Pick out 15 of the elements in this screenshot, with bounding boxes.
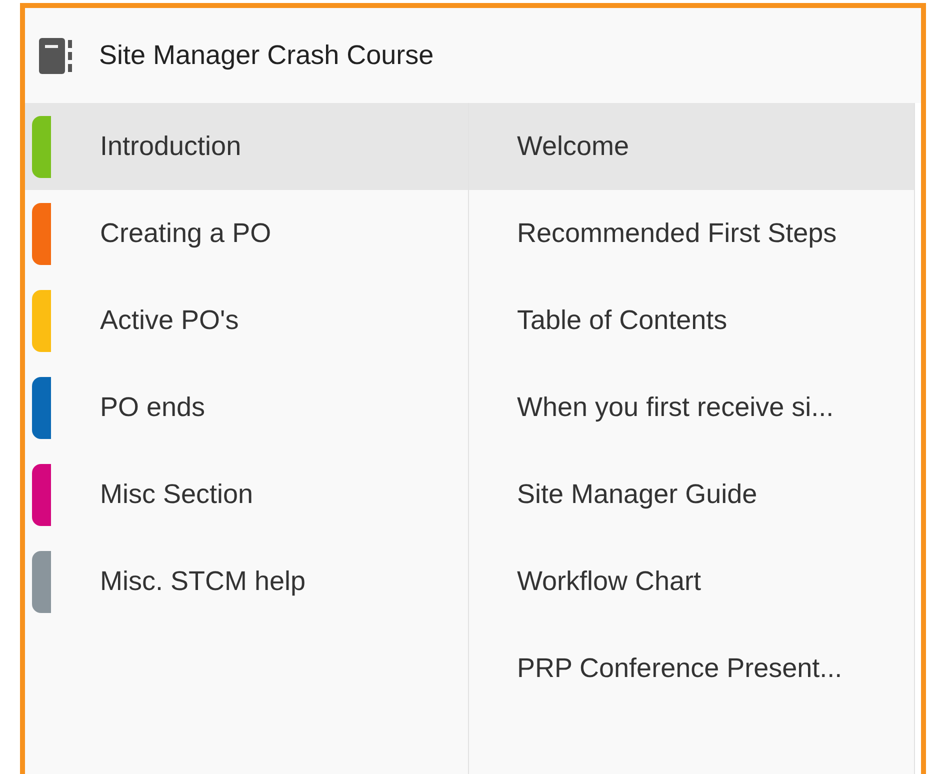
notebook-icon — [39, 38, 73, 74]
notebook-title: Site Manager Crash Course — [99, 40, 434, 71]
section-tab[interactable]: Introduction — [25, 103, 468, 190]
page-item[interactable]: Recommended First Steps — [469, 190, 914, 277]
page-item[interactable]: PRP Conference Present... — [469, 625, 914, 712]
page-item[interactable]: Table of Contents — [469, 277, 914, 364]
section-tab[interactable]: Creating a PO — [25, 190, 468, 277]
page-item[interactable]: Site Manager Guide — [469, 451, 914, 538]
section-tab[interactable]: Misc Section — [25, 451, 468, 538]
page-item[interactable]: Welcome — [469, 103, 914, 190]
page-item[interactable]: Workflow Chart — [469, 538, 914, 625]
section-tab[interactable]: Active PO's — [25, 277, 468, 364]
page-item[interactable]: When you first receive si... — [469, 364, 914, 451]
section-tab[interactable]: Misc. STCM help — [25, 538, 468, 625]
section-tab[interactable]: PO ends — [25, 364, 468, 451]
